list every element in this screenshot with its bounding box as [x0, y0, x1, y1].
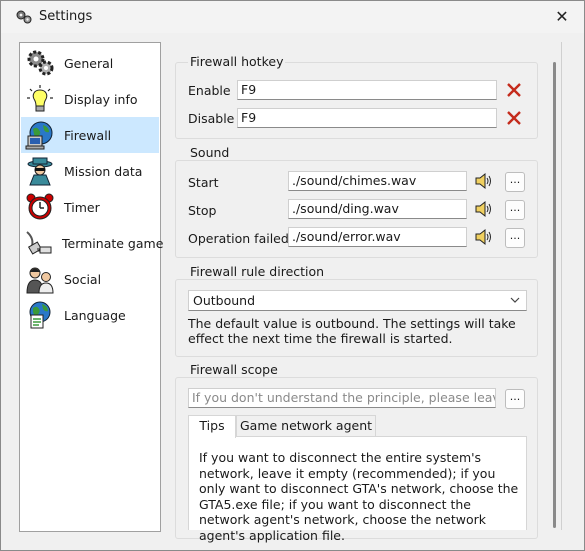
lightbulb-icon [24, 83, 56, 115]
clear-disable-icon[interactable] [503, 108, 525, 128]
tips-text: If you want to disconnect the entire sys… [199, 450, 519, 543]
scope-path-input[interactable]: If you don't understand the principle, p… [188, 388, 496, 408]
hotkey-group-title: Firewall hotkey [188, 54, 286, 69]
spy-icon [24, 155, 56, 187]
speaker-icon[interactable] [473, 227, 495, 247]
enable-hotkey-input[interactable]: F9 [237, 80, 497, 100]
people-icon [24, 263, 56, 295]
scope-group-title: Firewall scope [188, 362, 280, 377]
sound-group-title: Sound [188, 145, 232, 160]
sound-stop-label: Stop [188, 203, 217, 218]
sidebar-item-label: Timer [64, 199, 100, 215]
gears-icon [24, 47, 56, 79]
tab-tips[interactable]: Tips [188, 415, 236, 438]
gears-app-icon [16, 10, 32, 24]
speaker-icon[interactable] [473, 171, 495, 191]
sidebar-item-terminate-game[interactable]: Terminate game [21, 225, 163, 261]
sidebar-item-language[interactable]: Language [21, 297, 159, 333]
sidebar-item-label: Social [64, 271, 102, 287]
scrollbar-thumb[interactable] [553, 62, 556, 528]
sound-failed-label: Operation failed [188, 231, 289, 246]
browse-scope-button[interactable]: ... [505, 389, 525, 409]
sidebar-item-general[interactable]: General [21, 45, 159, 81]
sidebar-item-label: Mission data [64, 163, 143, 179]
disable-label: Disable [188, 111, 235, 126]
chevron-down-icon [510, 297, 520, 303]
sound-start-input[interactable]: ./sound/chimes.wav [288, 171, 467, 191]
disable-hotkey-input[interactable]: F9 [237, 108, 497, 128]
sidebar-item-label: Display info [64, 91, 138, 107]
globe-document-icon [24, 299, 56, 331]
settings-sidebar: General Display info Firewall Mission da… [19, 42, 163, 532]
direction-selected-value: Outbound [193, 293, 256, 308]
unplug-icon [24, 227, 54, 259]
sidebar-item-label: Language [64, 307, 126, 323]
sidebar-item-mission-data[interactable]: Mission data [21, 153, 159, 189]
title-bar: Settings ✕ [1, 1, 584, 33]
clear-enable-icon[interactable] [503, 80, 525, 100]
sidebar-item-display-info[interactable]: Display info [21, 81, 159, 117]
sound-start-label: Start [188, 175, 219, 190]
browse-start-button[interactable]: ... [505, 172, 525, 192]
sound-stop-input[interactable]: ./sound/ding.wav [288, 199, 467, 219]
tab-game-network-agent[interactable]: Game network agent [236, 415, 376, 437]
window-title: Settings [39, 9, 93, 24]
sidebar-item-label: Firewall [64, 127, 112, 143]
alarm-clock-icon [24, 191, 56, 223]
sidebar-item-label: Terminate game [62, 235, 164, 251]
sidebar-item-firewall[interactable]: Firewall [21, 117, 159, 153]
sidebar-item-social[interactable]: Social [21, 261, 159, 297]
network-computer-icon [24, 119, 56, 151]
speaker-icon[interactable] [473, 199, 495, 219]
enable-label: Enable [188, 83, 231, 98]
direction-select[interactable]: Outbound [188, 290, 527, 311]
sound-failed-input[interactable]: ./sound/error.wav [288, 227, 467, 247]
direction-note: The default value is outbound. The setti… [188, 316, 516, 346]
browse-failed-button[interactable]: ... [505, 228, 525, 248]
sidebar-item-label: General [64, 55, 114, 71]
close-icon[interactable]: ✕ [549, 6, 575, 28]
browse-stop-button[interactable]: ... [505, 200, 525, 220]
sidebar-item-timer[interactable]: Timer [21, 189, 159, 225]
direction-group-title: Firewall rule direction [188, 264, 327, 279]
